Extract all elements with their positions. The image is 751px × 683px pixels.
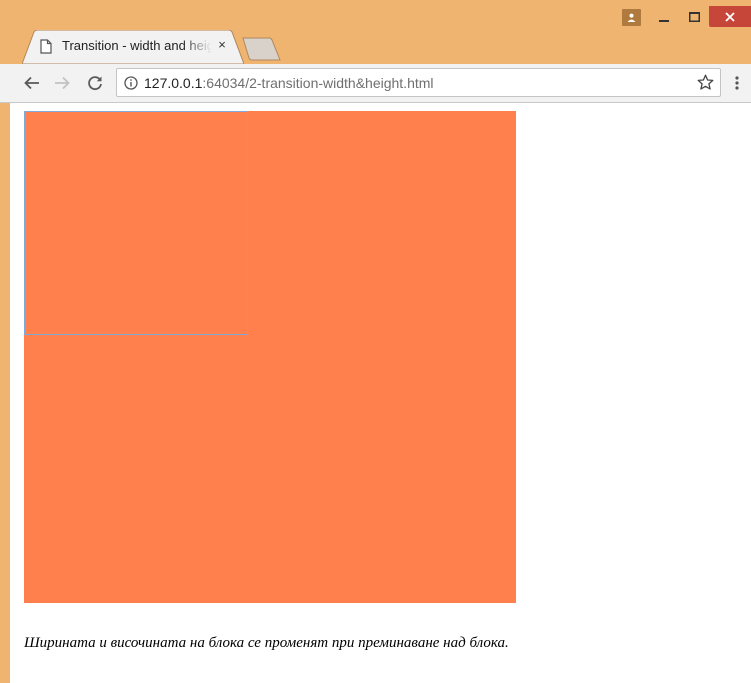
close-icon [725, 11, 735, 22]
page-icon [40, 39, 52, 54]
minimize-button[interactable] [650, 6, 678, 27]
forward-button[interactable] [50, 71, 74, 95]
description-text: Ширината и височината на блока се промен… [24, 635, 509, 651]
tab-close-button[interactable]: × [215, 38, 229, 52]
address-bar[interactable]: 127.0.0.1:64034/2-transition-width&heigh… [116, 68, 721, 97]
minimize-icon [659, 19, 669, 22]
info-icon[interactable] [124, 76, 138, 90]
url-host: 127.0.0.1 [144, 75, 203, 91]
back-button[interactable] [20, 71, 44, 95]
tab-title: Transition - width and height [62, 38, 212, 53]
reload-icon [88, 76, 102, 90]
url-text: 127.0.0.1:64034/2-transition-width&heigh… [144, 75, 434, 91]
page-viewport: Ширината и височината на блока се промен… [10, 103, 751, 683]
more-vertical-icon [735, 76, 739, 90]
maximize-button[interactable] [680, 6, 708, 27]
url-path: :64034/2-transition-width&height.html [202, 75, 434, 91]
forward-arrow-icon [55, 76, 70, 90]
back-arrow-icon [24, 76, 39, 90]
window-titlebar[interactable]: Transition - width and height × [0, 0, 751, 64]
bookmark-star-icon[interactable] [697, 74, 714, 91]
browser-menu-button[interactable] [729, 72, 745, 94]
profile-button[interactable] [622, 9, 641, 26]
person-icon [627, 13, 636, 22]
tab-transition[interactable]: Transition - width and height × [22, 30, 244, 64]
element-highlight-outline [24, 111, 248, 335]
browser-toolbar: 127.0.0.1:64034/2-transition-width&heigh… [0, 64, 751, 103]
maximize-icon [688, 11, 700, 22]
reload-button[interactable] [83, 71, 107, 95]
new-tab-button[interactable] [242, 37, 282, 61]
window-close-button[interactable] [709, 6, 751, 27]
